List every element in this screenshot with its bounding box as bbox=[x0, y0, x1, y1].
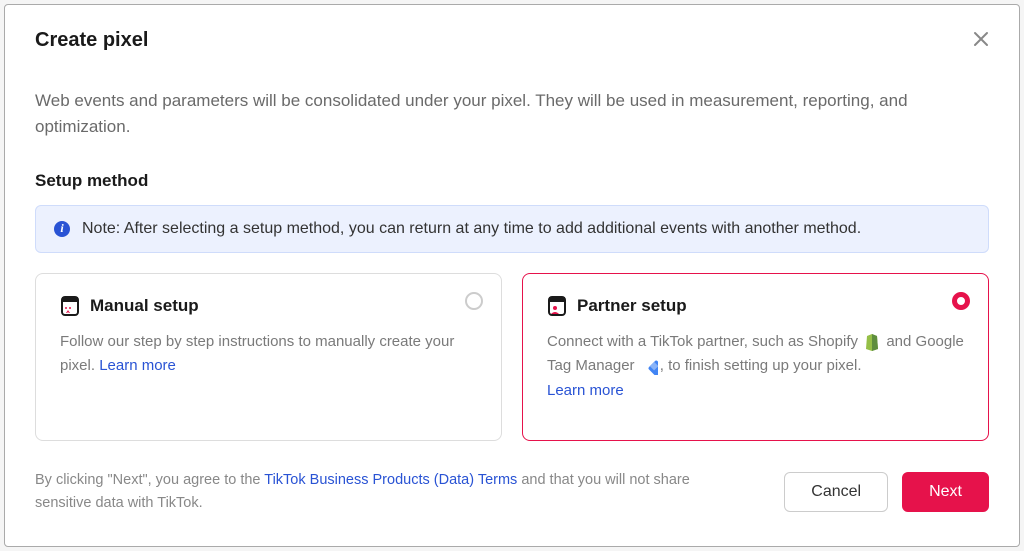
partner-card-desc: Connect with a TikTok partner, such as S… bbox=[547, 330, 964, 404]
modal-title: Create pixel bbox=[35, 29, 148, 52]
terms-link[interactable]: TikTok Business Products (Data) Terms bbox=[264, 472, 517, 488]
pixel-partner-icon bbox=[547, 296, 567, 316]
info-text: Note: After selecting a setup method, yo… bbox=[82, 220, 861, 238]
partner-learn-more-link[interactable]: Learn more bbox=[547, 382, 624, 399]
manual-card-desc: Follow our step by step instructions to … bbox=[60, 330, 477, 380]
modal-footer: By clicking "Next", you agree to the Tik… bbox=[35, 469, 989, 515]
partner-desc-post: , to finish setting up your pixel. bbox=[660, 357, 862, 374]
manual-learn-more-link[interactable]: Learn more bbox=[99, 357, 176, 374]
partner-desc-pre: Connect with a TikTok partner, such as S… bbox=[547, 333, 862, 350]
partner-card-title: Partner setup bbox=[577, 296, 687, 316]
modal-description: Web events and parameters will be consol… bbox=[35, 88, 989, 141]
radio-unselected-icon[interactable] bbox=[465, 292, 483, 310]
next-button[interactable]: Next bbox=[902, 472, 989, 512]
modal-header: Create pixel bbox=[35, 29, 989, 52]
info-banner: i Note: After selecting a setup method, … bbox=[35, 205, 989, 253]
shopify-icon bbox=[864, 333, 880, 351]
close-icon[interactable] bbox=[973, 31, 989, 51]
pixel-manual-icon bbox=[60, 296, 80, 316]
google-tag-manager-icon bbox=[641, 358, 658, 375]
card-header: Manual setup bbox=[60, 296, 477, 316]
radio-selected-icon[interactable] bbox=[952, 292, 970, 310]
section-label: Setup method bbox=[35, 171, 989, 191]
footer-text-pre: By clicking "Next", you agree to the bbox=[35, 472, 264, 488]
footer-buttons: Cancel Next bbox=[784, 472, 989, 512]
setup-method-cards: Manual setup Follow our step by step ins… bbox=[35, 273, 989, 441]
card-header: Partner setup bbox=[547, 296, 964, 316]
footer-terms-text: By clicking "Next", you agree to the Tik… bbox=[35, 469, 715, 515]
partner-setup-card[interactable]: Partner setup Connect with a TikTok part… bbox=[522, 273, 989, 441]
manual-setup-card[interactable]: Manual setup Follow our step by step ins… bbox=[35, 273, 502, 441]
create-pixel-modal: Create pixel Web events and parameters w… bbox=[4, 4, 1020, 547]
info-icon: i bbox=[54, 221, 70, 237]
manual-card-title: Manual setup bbox=[90, 296, 199, 316]
cancel-button[interactable]: Cancel bbox=[784, 472, 888, 512]
